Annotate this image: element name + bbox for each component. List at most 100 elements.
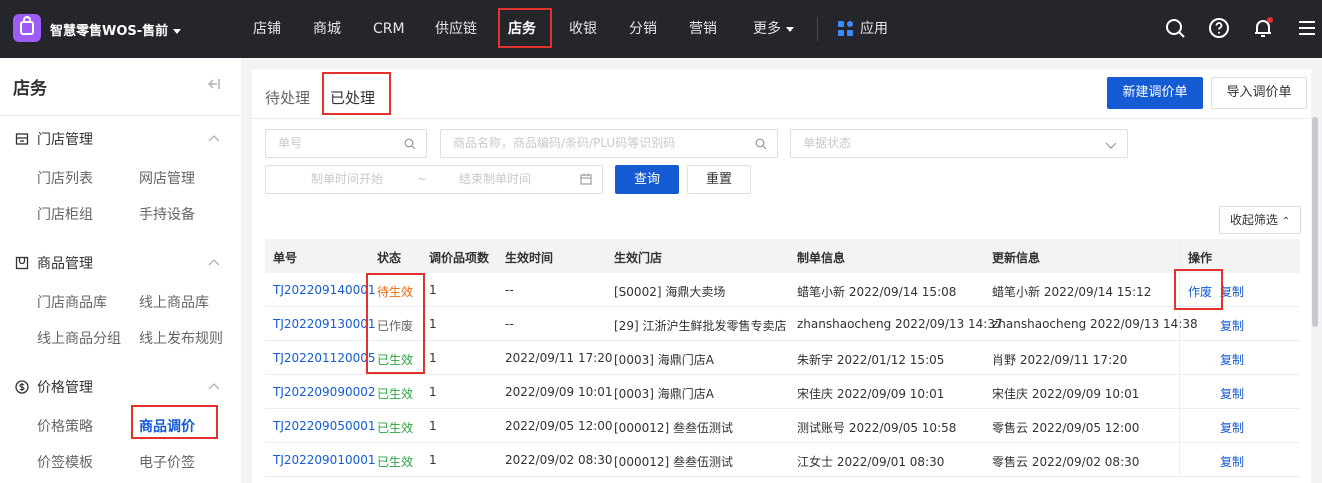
sidebar-item-price-strategy[interactable]: 价格策略 — [37, 416, 93, 436]
reset-button[interactable]: 重置 — [687, 165, 751, 194]
sidebar-group-label: 商品管理 — [37, 256, 93, 272]
copy-button[interactable]: 复制 — [1220, 317, 1244, 334]
sidebar-item-online-groups[interactable]: 线上商品分组 — [37, 328, 121, 348]
order-no-link[interactable]: TJ202209140001 — [273, 283, 376, 297]
copy-button[interactable]: 复制 — [1220, 453, 1244, 470]
app-logo-icon[interactable] — [13, 14, 41, 42]
chevron-down-icon — [1105, 142, 1117, 149]
order-no-link[interactable]: TJ202209130001 — [273, 317, 376, 331]
effective-store: [S0002] 海鼎大卖场 — [614, 285, 726, 299]
updater-info: 零售云 2022/09/05 12:00 — [992, 421, 1140, 435]
date-range-picker[interactable]: 制单时间开始 ~ 结束制单时间 — [265, 165, 603, 194]
effective-store: [0003] 海鼎门店A — [614, 387, 714, 401]
creator-info: 测试账号 2022/09/05 10:58 — [797, 421, 957, 435]
sidebar-item-online-store[interactable]: 网店管理 — [139, 168, 195, 188]
col-creator: 制单信息 — [797, 251, 846, 265]
copy-button[interactable]: 复制 — [1220, 351, 1244, 368]
copy-button[interactable]: 复制 — [1220, 419, 1244, 436]
item-count: 1 — [429, 317, 437, 331]
chevron-down-icon — [173, 29, 182, 34]
nav-item-supply-chain[interactable]: 供应链 — [435, 0, 477, 58]
item-count: 1 — [429, 385, 437, 399]
nav-item-marketing[interactable]: 营销 — [689, 0, 717, 58]
highlight-box — [131, 405, 218, 439]
creator-info: 江女士 2022/09/01 08:30 — [797, 455, 945, 469]
order-no-link[interactable]: TJ202209090002 — [273, 385, 376, 399]
import-price-order-button[interactable]: 导入调价单 — [1211, 77, 1307, 109]
help-icon[interactable] — [1207, 16, 1231, 40]
sidebar-item-label-template[interactable]: 价签模板 — [37, 452, 93, 472]
highlight-box — [1174, 269, 1223, 310]
updater-info: 零售云 2022/09/02 08:30 — [992, 455, 1140, 469]
nav-item-crm[interactable]: CRM — [373, 0, 405, 58]
sidebar-group-price[interactable]: 价格管理 — [15, 377, 93, 397]
copy-button[interactable]: 复制 — [1220, 385, 1244, 402]
collapse-filter-label: 收起筛选 — [1229, 213, 1278, 227]
nav-item-mall[interactable]: 商城 — [313, 0, 341, 58]
chevron-up-icon[interactable] — [208, 382, 220, 390]
col-order-no: 单号 — [273, 251, 298, 265]
query-button[interactable]: 查询 — [615, 165, 679, 194]
status-badge: 已生效 — [377, 455, 414, 469]
new-price-order-button[interactable]: 新建调价单 — [1107, 77, 1203, 109]
order-no-link[interactable]: TJ202209050001 — [273, 419, 376, 433]
updater-info: 肖野 2022/09/11 17:20 — [992, 353, 1128, 367]
status-badge: 已生效 — [377, 387, 414, 401]
bell-icon[interactable] — [1251, 16, 1275, 40]
nav-item-shop[interactable]: 店铺 — [253, 0, 281, 58]
product-search-input[interactable]: 商品名称，商品编码/条码/PLU码等识别码 — [440, 129, 778, 158]
table-header: 单号 状态 调价品项数 生效时间 生效门店 制单信息 更新信息 操作 — [265, 239, 1300, 273]
collapse-sidebar-icon[interactable] — [207, 78, 221, 93]
sidebar-item-handheld[interactable]: 手持设备 — [139, 204, 195, 224]
creator-info: 蜡笔小新 2022/09/14 15:08 — [797, 285, 957, 299]
app-switcher[interactable]: 智慧零售WOS-售前 — [50, 20, 182, 39]
copy-button[interactable]: 复制 — [1220, 283, 1244, 300]
nav-item-more[interactable]: 更多 — [753, 0, 794, 58]
sidebar-group-goods[interactable]: 商品管理 — [15, 253, 93, 273]
order-no-input[interactable]: 单号 — [265, 129, 427, 158]
item-count: 1 — [429, 419, 437, 433]
chevron-up-icon[interactable] — [208, 258, 220, 266]
sidebar: 店务 门店管理 门店列表 网店管理 门店柜组 手持设备 商品管理 门店商品库 线… — [0, 58, 241, 483]
effective-store: [000012] 叁叁伍测试 — [614, 455, 733, 469]
main-panel: 待处理 已处理 新建调价单 导入调价单 单号 商品名称，商品编码/条码/PLU码… — [252, 69, 1311, 483]
effective-time: 2022/09/11 17:20 — [505, 351, 613, 365]
table-row: TJ202209050001 已生效 1 2022/09/05 12:00 [00001… — [265, 409, 1300, 443]
sidebar-item-store-counter[interactable]: 门店柜组 — [37, 204, 93, 224]
goods-icon — [15, 256, 29, 270]
calendar-icon — [580, 173, 592, 185]
order-no-link[interactable]: TJ202209010001 — [273, 453, 376, 467]
item-count: 1 — [429, 351, 437, 365]
chevron-up-icon[interactable] — [208, 134, 220, 142]
effective-time: -- — [505, 317, 514, 331]
sidebar-item-store-list[interactable]: 门店列表 — [37, 168, 93, 188]
sidebar-title: 店务 — [13, 79, 47, 99]
tab-pending[interactable]: 待处理 — [265, 87, 310, 108]
sidebar-group-store[interactable]: 门店管理 — [15, 129, 93, 149]
nav-item-distribution[interactable]: 分销 — [629, 0, 657, 58]
store-icon — [15, 132, 29, 146]
order-no-link[interactable]: TJ202201120005 — [273, 351, 376, 365]
sidebar-item-store-goods[interactable]: 门店商品库 — [37, 292, 107, 312]
collapse-filter-button[interactable]: 收起筛选 ⌃ — [1219, 206, 1301, 234]
apps-grid-icon[interactable] — [838, 21, 853, 36]
col-status: 状态 — [377, 251, 402, 265]
search-icon[interactable] — [1163, 16, 1187, 40]
col-effective-time: 生效时间 — [505, 251, 554, 265]
sidebar-item-online-goods[interactable]: 线上商品库 — [139, 292, 209, 312]
item-count: 1 — [429, 283, 437, 297]
creator-info: zhanshaocheng 2022/09/13 14:37 — [797, 317, 1003, 331]
sidebar-item-publish-rules[interactable]: 线上发布规则 — [139, 328, 223, 348]
nav-divider — [817, 17, 818, 41]
nav-item-cashier[interactable]: 收银 — [569, 0, 597, 58]
nav-more-label: 更多 — [753, 21, 781, 37]
menu-icon[interactable] — [1295, 16, 1319, 40]
top-bar: 智慧零售WOS-售前 店铺 商城 CRM 供应链 店务 收银 分销 营销 更多 … — [0, 0, 1322, 58]
status-select[interactable]: 单据状态 — [790, 129, 1128, 158]
nav-item-apps[interactable]: 应用 — [860, 0, 888, 58]
date-start-placeholder: 制单时间开始 — [311, 172, 384, 186]
scrollbar[interactable] — [1312, 117, 1318, 327]
date-range-separator: ~ — [417, 172, 428, 186]
effective-time: 2022/09/02 08:30 — [505, 453, 613, 467]
sidebar-item-e-label[interactable]: 电子价签 — [139, 452, 195, 472]
